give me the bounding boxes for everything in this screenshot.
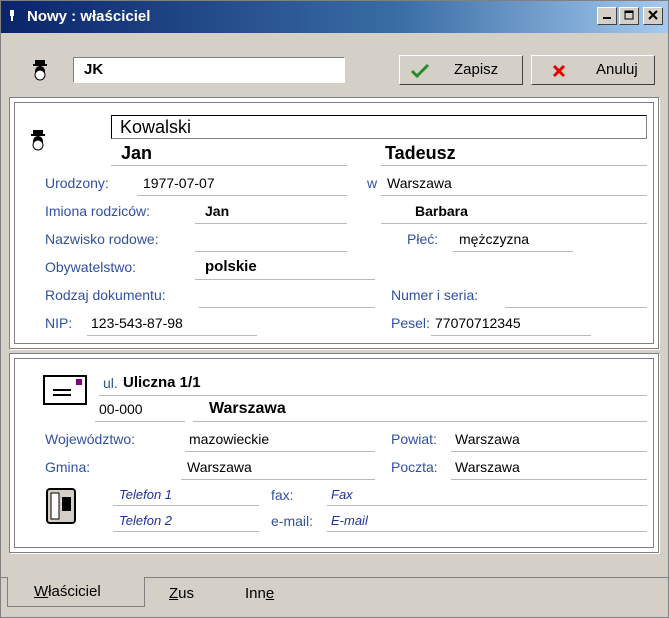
cancel-button[interactable]: Anuluj [531, 55, 655, 85]
born-label: Urodzony: [45, 175, 109, 191]
sex-value[interactable]: mężczyzna [459, 231, 529, 247]
person-panel-inner: Kowalski Jan Tadeusz Urodzony: 1977-07-0… [14, 102, 654, 344]
second-name-value: Tadeusz [385, 143, 456, 163]
father-value[interactable]: Jan [205, 203, 229, 219]
post-office-label: Poczta: [391, 459, 438, 475]
commune-label: Gmina: [45, 459, 91, 475]
postal-code-value[interactable]: 00-000 [99, 401, 143, 417]
email-value[interactable]: E-mail [331, 513, 368, 528]
minimize-icon [603, 17, 611, 19]
fax-value[interactable]: Fax [331, 487, 353, 502]
email-label: e-mail: [271, 513, 314, 529]
phone2-value[interactable]: Telefon 2 [119, 513, 172, 528]
save-button[interactable]: Zapisz [399, 55, 523, 85]
window-title: Nowy : właściciel [27, 8, 151, 25]
maiden-name-label: Nazwisko rodowe: [45, 231, 159, 247]
nip-value[interactable]: 123-543-87-98 [91, 315, 183, 331]
tab-wlasciciel-label: Właściciel [34, 583, 101, 600]
x-icon [552, 64, 566, 78]
save-label: Zapisz [454, 61, 499, 78]
close-icon [648, 10, 658, 20]
close-button[interactable] [643, 7, 663, 25]
commune-value[interactable]: Warszawa [187, 459, 252, 475]
first-name-value: Jan [121, 143, 153, 163]
phone1-value[interactable]: Telefon 1 [119, 487, 172, 502]
minimize-button[interactable] [597, 7, 617, 25]
app-icon [10, 10, 14, 21]
mother-value[interactable]: Barbara [415, 203, 468, 219]
county-value[interactable]: Warszawa [455, 431, 520, 447]
parents-label: Imiona rodziców: [45, 203, 151, 219]
maximize-icon [624, 10, 634, 20]
window: Nowy : właściciel JK Zapisz Anuluj Kowal… [0, 0, 669, 618]
born-place-prefix: w [367, 175, 378, 191]
tab-zus[interactable]: Zus [169, 579, 229, 607]
nip-label: NIP: [45, 315, 73, 331]
surname-value: Kowalski [120, 117, 192, 137]
cancel-label: Anuluj [596, 61, 638, 78]
tab-wlasciciel[interactable]: Właściciel [7, 577, 145, 607]
tab-bar: Właściciel Zus Inne [1, 577, 668, 617]
voivodeship-label: Województwo: [45, 431, 136, 447]
street-prefix: ul. [103, 375, 118, 391]
envelope-icon [43, 375, 87, 405]
voivodeship-value[interactable]: mazowieckie [189, 431, 269, 447]
maximize-button[interactable] [619, 7, 639, 25]
toolbar: JK Zapisz Anuluj [1, 33, 668, 89]
sex-label: Płeć: [407, 231, 439, 247]
phone-icon [46, 488, 76, 524]
document-number-label: Numer i seria: [391, 287, 479, 303]
born-value[interactable]: 1977-07-07 [143, 175, 215, 191]
title-bar[interactable]: Nowy : właściciel [1, 1, 668, 33]
person-panel: Kowalski Jan Tadeusz Urodzony: 1977-07-0… [9, 97, 659, 349]
short-name-value: JK [84, 61, 104, 78]
street-value[interactable]: Uliczna 1/1 [123, 374, 201, 391]
short-name-field[interactable]: JK [73, 57, 345, 83]
citizenship-value[interactable]: polskie [205, 258, 257, 275]
pesel-value[interactable]: 77070712345 [435, 315, 521, 331]
post-office-value[interactable]: Warszawa [455, 459, 520, 475]
person-icon [33, 60, 47, 81]
document-type-label: Rodzaj dokumentu: [45, 287, 166, 303]
city-value[interactable]: Warszawa [209, 400, 286, 418]
county-label: Powiat: [391, 431, 437, 447]
fax-label: fax: [271, 487, 294, 503]
pesel-label: Pesel: [391, 315, 430, 331]
tab-zus-label: Zus [169, 585, 195, 602]
address-panel-inner: ul. Uliczna 1/1 00-000 Warszawa Wojewódz… [14, 358, 654, 548]
born-place-value[interactable]: Warszawa [387, 175, 452, 191]
surname-field[interactable]: Kowalski [111, 115, 647, 139]
citizenship-label: Obywatelstwo: [45, 259, 137, 275]
person-icon [31, 130, 45, 151]
checkmark-icon [410, 63, 430, 79]
tab-inne-label: Inne [245, 585, 275, 602]
address-panel: ul. Uliczna 1/1 00-000 Warszawa Wojewódz… [9, 353, 659, 553]
tab-inne[interactable]: Inne [245, 579, 305, 607]
